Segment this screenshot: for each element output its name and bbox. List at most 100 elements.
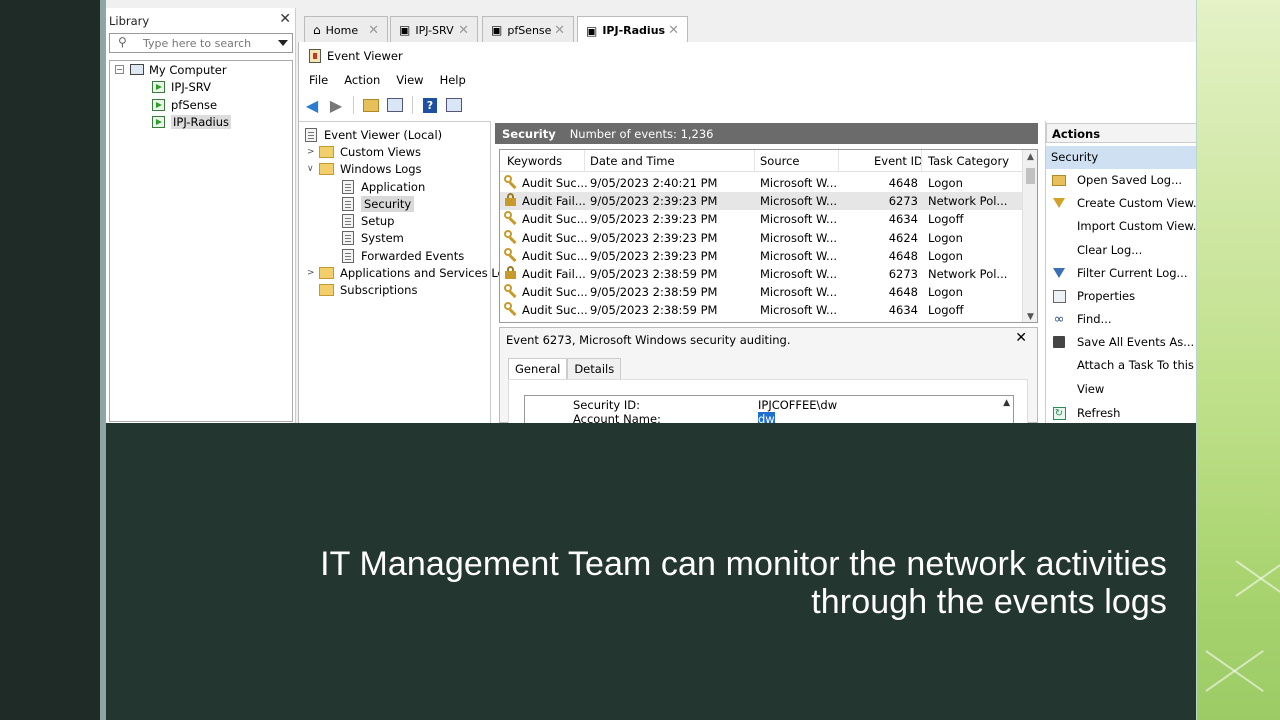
event-viewer-icon	[309, 49, 321, 63]
action-clear-log[interactable]: Clear Log...	[1051, 241, 1196, 259]
tab-close-icon[interactable]: ✕	[668, 23, 679, 38]
tree-item-system[interactable]: System	[342, 229, 404, 246]
scroll-up-icon[interactable]: ▲	[1023, 152, 1037, 162]
action-import-custom-view[interactable]: Import Custom View...	[1051, 217, 1196, 235]
column-header-source[interactable]: Source	[760, 154, 800, 168]
tab-details[interactable]: Details	[567, 358, 622, 379]
action-save-all-events[interactable]: Save All Events As...	[1051, 333, 1196, 351]
column-divider	[584, 150, 585, 172]
cell-datetime: 9/05/2023 2:38:59 PM	[590, 303, 718, 318]
chevron-right-icon[interactable]: >	[307, 268, 319, 278]
chevron-down-icon[interactable]: ∨	[307, 164, 319, 174]
event-row[interactable]: Audit Suc... 9/05/2023 2:39:23 PM Micros…	[500, 229, 1024, 247]
chevron-right-icon[interactable]: >	[307, 147, 319, 157]
tab-ipj-srv[interactable]: ▣ IPJ-SRV ✕	[390, 16, 478, 43]
folder-icon	[319, 162, 334, 175]
grid-scrollbar[interactable]: ▲ ▼	[1022, 150, 1037, 322]
action-refresh[interactable]: ↻ Refresh	[1051, 404, 1196, 422]
tree-item-applications-services[interactable]: > Applications and Services Lo	[307, 264, 505, 281]
action-view[interactable]: View	[1051, 380, 1196, 398]
column-header-date-time[interactable]: Date and Time	[590, 154, 675, 168]
tree-item-label: Windows Logs	[340, 161, 422, 176]
action-properties[interactable]: Properties	[1051, 287, 1196, 305]
scroll-thumb[interactable]	[1026, 168, 1035, 184]
action-label: Attach a Task To this Log...	[1077, 358, 1196, 372]
cell-event-id: 4624	[888, 230, 918, 245]
log-icon	[342, 179, 354, 194]
tree-item-vm-selected[interactable]: IPJ-Radius	[152, 113, 232, 130]
event-row[interactable]: Audit Suc... 9/05/2023 2:39:23 PM Micros…	[500, 210, 1024, 228]
menu-help[interactable]: Help	[440, 73, 466, 87]
column-header-keywords[interactable]: Keywords	[507, 154, 562, 168]
menu-action[interactable]: Action	[344, 73, 380, 87]
events-grid: Keywords Date and Time Source Event ID T…	[499, 149, 1038, 323]
column-header-task-category[interactable]: Task Category	[928, 154, 1009, 168]
key-icon	[504, 247, 518, 262]
back-arrow-icon[interactable]: ◀	[303, 96, 321, 115]
tab-pfsense[interactable]: ▣ pfSense ✕	[482, 16, 574, 43]
cell-event-id: 4648	[888, 248, 918, 263]
tree-item-label: Application	[361, 179, 426, 194]
tab-close-icon[interactable]: ✕	[368, 23, 379, 38]
log-name: Security	[502, 126, 556, 141]
tree-item-vm[interactable]: pfSense	[152, 96, 217, 113]
actions-section-security[interactable]: Security	[1046, 146, 1196, 169]
tree-item-setup[interactable]: Setup	[342, 212, 394, 229]
lock-icon	[505, 193, 516, 207]
library-close-icon[interactable]: ✕	[279, 11, 291, 27]
tree-item-my-computer[interactable]: − My Computer	[115, 61, 227, 78]
scroll-up-icon[interactable]: ▲	[1003, 398, 1010, 408]
scroll-down-icon[interactable]: ▼	[1023, 312, 1037, 322]
tab-general[interactable]: General	[508, 358, 568, 379]
detail-description-box[interactable]: Security ID: IPJCOFFEE\dw Account Name: …	[524, 395, 1014, 423]
action-open-saved-log[interactable]: Open Saved Log...	[1051, 171, 1196, 189]
event-row-selected[interactable]: Audit Fail... 9/05/2023 2:39:23 PM Micro…	[500, 192, 1024, 211]
search-dropdown-icon[interactable]	[278, 40, 288, 46]
toolbar-separator	[412, 96, 413, 114]
action-find[interactable]: ∞ Find...	[1051, 310, 1196, 328]
cell-datetime: 9/05/2023 2:38:59 PM	[590, 285, 718, 300]
event-row[interactable]: Audit Fail... 9/05/2023 2:38:59 PM Micro…	[500, 265, 1024, 283]
show-hide-tree-icon[interactable]	[386, 96, 404, 114]
menu-view[interactable]: View	[396, 73, 423, 87]
show-action-pane-icon[interactable]	[445, 96, 463, 114]
tree-item-event-viewer-local[interactable]: Event Viewer (Local)	[305, 126, 442, 143]
tree-item-custom-views[interactable]: > Custom Views	[307, 143, 421, 160]
forward-arrow-icon[interactable]: ▶	[327, 96, 345, 115]
event-row[interactable]: Audit Suc... 9/05/2023 2:40:21 PM Micros…	[500, 174, 1024, 192]
blank-icon	[1051, 382, 1067, 396]
cell-datetime: 9/05/2023 2:39:23 PM	[590, 212, 718, 227]
tree-item-security[interactable]: Security	[342, 195, 415, 212]
action-create-custom-view[interactable]: Create Custom View...	[1051, 194, 1196, 212]
cell-keyword: Audit Fail...	[522, 194, 586, 209]
event-row[interactable]: Audit Suc... 9/05/2023 2:38:59 PM Micros…	[500, 283, 1024, 301]
action-attach-task[interactable]: Attach a Task To this Log...	[1051, 356, 1196, 374]
event-row[interactable]: Audit Suc... 9/05/2023 2:39:23 PM Micros…	[500, 247, 1024, 265]
log-icon	[342, 248, 354, 263]
action-filter-current-log[interactable]: Filter Current Log...	[1051, 264, 1196, 282]
menu-file[interactable]: File	[309, 73, 328, 87]
tab-close-icon[interactable]: ✕	[554, 23, 565, 38]
toolbar: ◀ ▶ ?	[303, 94, 1183, 116]
tree-item-vm[interactable]: IPJ-SRV	[152, 78, 211, 95]
tree-item-application[interactable]: Application	[342, 178, 425, 195]
event-viewer-icon	[305, 127, 317, 142]
event-row[interactable]: Audit Suc... 9/05/2023 2:38:59 PM Micros…	[500, 301, 1024, 319]
column-header-event-id[interactable]: Event ID	[874, 154, 923, 168]
log-icon	[342, 230, 354, 245]
cell-task-category: Logon	[928, 230, 963, 245]
tree-item-subscriptions[interactable]: Subscriptions	[319, 281, 417, 298]
help-icon[interactable]: ?	[421, 96, 439, 114]
tree-item-windows-logs[interactable]: ∨ Windows Logs	[307, 160, 422, 177]
tree-item-label: IPJ-SRV	[171, 79, 211, 94]
close-icon[interactable]: ✕	[1015, 330, 1027, 346]
collapse-icon[interactable]: −	[115, 65, 124, 74]
tab-ipj-radius[interactable]: ▣ IPJ-Radius ✕	[577, 16, 688, 44]
tree-item-forwarded-events[interactable]: Forwarded Events	[342, 247, 464, 264]
up-folder-icon[interactable]	[362, 96, 380, 114]
cell-task-category: Logoff	[928, 212, 964, 227]
screenshot-window: Library ✕ ⚲ Type here to search − My Com…	[106, 0, 1196, 423]
library-search-input[interactable]: ⚲ Type here to search	[109, 33, 293, 53]
tab-home[interactable]: ⌂ Home ✕	[304, 16, 388, 43]
tab-close-icon[interactable]: ✕	[458, 23, 469, 38]
